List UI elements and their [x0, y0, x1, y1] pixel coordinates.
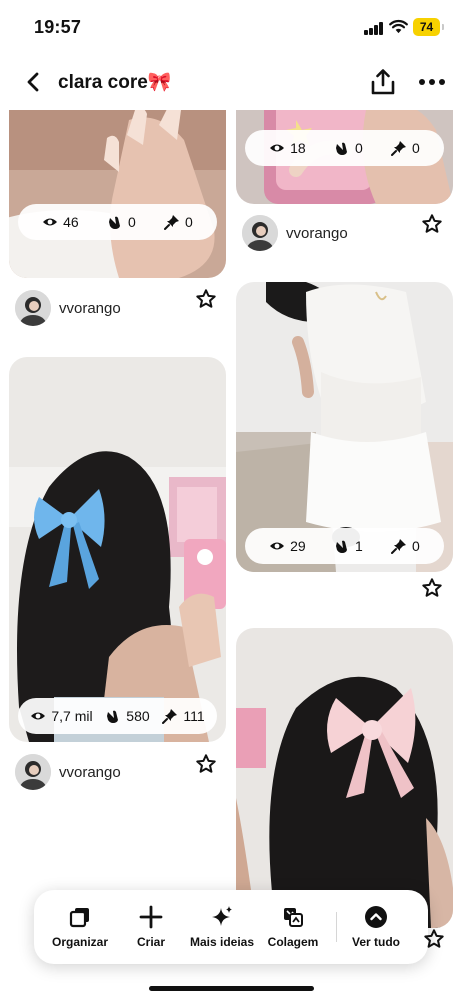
clap-hand-icon [107, 710, 119, 723]
clap-hand-icon [335, 142, 347, 155]
author-name: vvorango [59, 763, 121, 781]
status-time: 19:57 [34, 17, 82, 37]
eye-icon [270, 542, 285, 550]
pin-image-nails [9, 110, 226, 278]
reactions-stat: 1 [334, 538, 363, 554]
star-icon[interactable] [195, 288, 217, 310]
saves-count: 0 [185, 214, 193, 230]
collage-icon [284, 908, 303, 927]
organize-label: Organizar [51, 935, 108, 949]
star-icon[interactable] [421, 577, 443, 599]
pin-icon [164, 215, 180, 230]
avatar [15, 754, 51, 790]
pin-icon [162, 709, 178, 724]
star-icon[interactable] [423, 928, 445, 950]
see-all-button[interactable]: Ver tudo [337, 890, 415, 964]
header: clara core🎀 [0, 56, 462, 110]
pin-stats: 29 1 0 [245, 528, 444, 564]
avatar [242, 215, 278, 251]
views-count: 18 [290, 140, 306, 156]
back-arrow-icon[interactable] [22, 70, 46, 94]
saves-count: 0 [412, 538, 420, 554]
pin-card[interactable] [236, 628, 453, 928]
organize-button[interactable]: Organizar [40, 890, 120, 964]
saves-count: 0 [412, 140, 420, 156]
views-count: 46 [63, 214, 79, 230]
bottom-action-bar: Organizar Criar Mais ideias Colagem Ver … [34, 890, 428, 964]
author-name: vvorango [59, 299, 121, 317]
views-count: 29 [290, 538, 306, 554]
pin-stats: 46 0 0 [18, 204, 217, 240]
create-label: Criar [136, 935, 165, 949]
pin-author[interactable]: vvorango [15, 290, 121, 326]
cellular-signal-icon [364, 22, 384, 35]
collage-label: Colagem [267, 935, 319, 949]
pin-image-blue-bow [9, 357, 226, 742]
eye-icon [43, 218, 58, 226]
pin-image-pink-bow [236, 628, 453, 928]
reactions-count: 0 [354, 140, 363, 156]
pin-icon [391, 539, 407, 554]
collage-button[interactable]: Colagem [262, 890, 324, 964]
star-icon[interactable] [195, 753, 217, 775]
views-stat: 18 [269, 140, 306, 156]
eye-icon [270, 144, 285, 152]
reactions-stat: 580 [105, 708, 150, 724]
pin-card[interactable]: 7,7 mil 580 111 [9, 357, 226, 742]
see-all-label: Ver tudo [351, 935, 400, 949]
reactions-stat: 0 [107, 214, 136, 230]
eye-icon [31, 712, 46, 720]
pin-author[interactable]: vvorango [15, 754, 121, 790]
saves-stat: 0 [164, 214, 193, 230]
avatar [15, 290, 51, 326]
pin-icon [391, 141, 407, 156]
clap-hand-icon [335, 540, 347, 553]
saves-stat: 0 [391, 140, 420, 156]
views-count: 7,7 mil [51, 708, 93, 724]
saves-stat: 0 [391, 538, 420, 554]
pin-card[interactable]: 46 0 0 [9, 110, 226, 278]
pin-stats: 18 0 0 [245, 130, 444, 166]
reactions-count: 1 [354, 538, 363, 554]
saves-stat: 111 [162, 708, 205, 724]
wifi-icon [389, 19, 408, 34]
star-icon[interactable] [421, 213, 443, 235]
chevron-up-circle-icon [365, 906, 387, 928]
clap-hand-icon [108, 216, 120, 229]
create-button[interactable]: Criar [120, 890, 182, 964]
more-ideas-button[interactable]: Mais ideias [182, 890, 262, 964]
board-title: clara core🎀 [58, 72, 172, 93]
status-bar: 19:57 74 [0, 0, 462, 56]
reactions-count: 580 [126, 708, 150, 724]
home-indicator[interactable] [149, 986, 314, 991]
more-options-icon[interactable] [418, 70, 446, 94]
reactions-count: 0 [127, 214, 136, 230]
sparkle-icon [212, 906, 232, 926]
pin-card[interactable]: 29 1 0 [236, 282, 453, 572]
pin-author[interactable]: vvorango [242, 215, 348, 251]
more-ideas-label: Mais ideias [189, 935, 255, 949]
views-stat: 29 [269, 538, 306, 554]
saves-count: 111 [183, 708, 205, 724]
author-name: vvorango [286, 224, 348, 242]
plus-icon [139, 905, 163, 929]
organize-icon [69, 908, 89, 928]
views-stat: 7,7 mil [30, 708, 93, 724]
reactions-stat: 0 [334, 140, 363, 156]
pin-feed[interactable]: 46 0 0 vvorango 18 0 0 vvorango 7,7 mil … [0, 110, 462, 1000]
battery-indicator: 74 [413, 18, 444, 36]
pin-stats: 7,7 mil 580 111 [18, 698, 217, 734]
share-icon[interactable] [370, 68, 396, 96]
views-stat: 46 [42, 214, 79, 230]
pin-card[interactable]: 18 0 0 [236, 110, 453, 204]
